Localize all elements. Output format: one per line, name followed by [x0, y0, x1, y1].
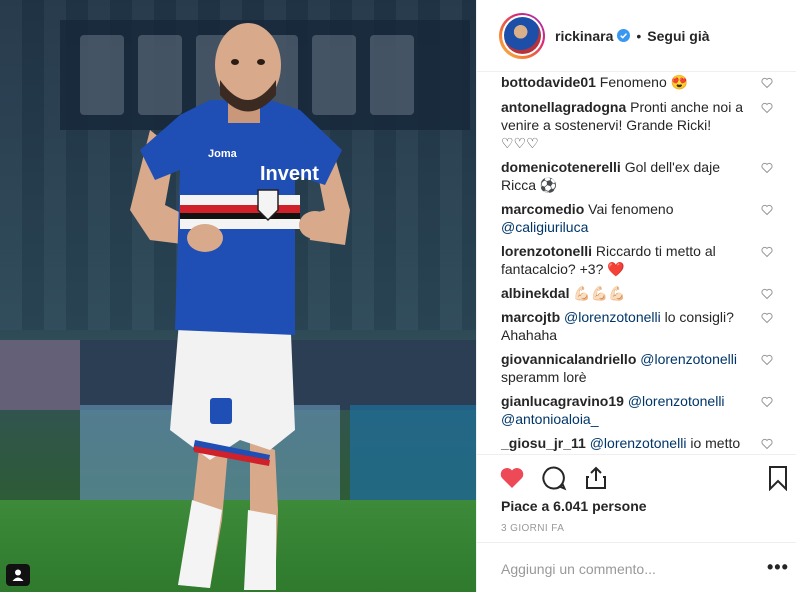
comment-input[interactable] — [501, 561, 751, 577]
more-options-button[interactable]: ••• — [767, 557, 789, 578]
comment-username[interactable]: domenicotenerelli — [501, 159, 621, 175]
comment-item: lorenzotonelli Riccardo ti metto al fant… — [501, 242, 773, 278]
tagged-users-icon[interactable] — [6, 564, 30, 586]
comment-username[interactable]: marcomedio — [501, 201, 584, 217]
comment-item: domenicotenerelli Gol dell'ex daje Ricca… — [501, 158, 773, 194]
action-buttons — [499, 465, 609, 491]
comment-username[interactable]: lorenzotonelli — [501, 243, 592, 259]
comment-text: Fenomeno 😍 — [599, 74, 689, 90]
comment-username[interactable]: _giosu_jr_11 — [501, 435, 586, 451]
share-icon[interactable] — [583, 465, 609, 491]
comment-item: marcojtb @lorenzotonelli lo consigli? Ah… — [501, 308, 773, 344]
avatar-border — [501, 15, 543, 56]
like-comment-icon[interactable] — [761, 396, 773, 408]
comment-mention[interactable]: @lorenzotonelli — [590, 435, 687, 451]
likes-count[interactable]: Piace a 6.041 persone — [501, 498, 647, 514]
like-comment-icon[interactable] — [761, 77, 773, 89]
username-link[interactable]: rickinara — [555, 28, 613, 44]
comment-text: io metto — [690, 435, 741, 451]
comment-item: antonellagradogna Pronti anche noi a ven… — [501, 98, 773, 152]
comment-item: gianlucagravino19 @lorenzotonelli @anton… — [501, 392, 773, 428]
comment-username[interactable]: antonellagradogna — [501, 99, 626, 115]
comment-text: Vai fenomeno — [588, 201, 674, 217]
like-comment-icon[interactable] — [761, 162, 773, 174]
like-comment-icon[interactable] — [761, 246, 773, 258]
comment-icon[interactable] — [541, 465, 567, 491]
comment-item: _giosu_jr_11 @lorenzotonelli io metto — [501, 434, 773, 452]
comments-list[interactable]: bottodavide01 Fenomeno 😍 antonellagradog… — [477, 72, 796, 454]
comment-mention[interactable]: @lorenzotonelli — [564, 309, 661, 325]
post-actions: Piace a 6.041 persone 3 GIORNI FA — [477, 454, 796, 542]
person-icon — [12, 569, 24, 581]
like-comment-icon[interactable] — [761, 204, 773, 216]
comment-username[interactable]: giovannicalandriello — [501, 351, 636, 367]
separator-dot: • — [636, 27, 642, 44]
comment-username[interactable]: albinekdal — [501, 285, 569, 301]
post-photo[interactable]: Invent Joma — [0, 0, 476, 592]
comment-username[interactable]: bottodavide01 — [501, 74, 596, 90]
comment-mention[interactable]: @lorenzotonelli — [640, 351, 737, 367]
comment-item: bottodavide01 Fenomeno 😍 — [501, 73, 773, 91]
like-comment-icon[interactable] — [761, 438, 773, 450]
comment-text: speramm lorè — [501, 369, 587, 385]
comment-item: giovannicalandriello @lorenzotonelli spe… — [501, 350, 773, 386]
comment-username[interactable]: gianlucagravino19 — [501, 393, 624, 409]
comment-text: 💪🏻💪🏻💪🏻 — [573, 285, 626, 301]
like-comment-icon[interactable] — [761, 354, 773, 366]
follow-button[interactable]: Segui già — [647, 28, 709, 44]
verified-badge-icon — [617, 29, 631, 42]
like-heart-icon[interactable] — [499, 465, 525, 491]
post-header: rickinara • Segui già — [477, 0, 796, 72]
add-comment-bar: ••• — [477, 542, 796, 592]
avatar-image — [503, 17, 541, 54]
comment-item: marcomedio Vai fenomeno @caligiuriluca — [501, 200, 773, 236]
comment-item: albinekdal 💪🏻💪🏻💪🏻 — [501, 284, 773, 302]
post-date: 3 GIORNI FA — [501, 523, 565, 534]
like-comment-icon[interactable] — [761, 312, 773, 324]
board-left — [0, 340, 80, 410]
avatar[interactable] — [499, 12, 545, 59]
like-comment-icon[interactable] — [761, 288, 773, 300]
football-player: Invent Joma — [130, 23, 350, 590]
comment-mention[interactable]: @caligiuriluca — [501, 219, 588, 235]
save-bookmark-icon[interactable] — [767, 465, 789, 491]
jersey-sponsor: Invent — [260, 163, 319, 185]
like-comment-icon[interactable] — [761, 102, 773, 114]
comment-username[interactable]: marcojtb — [501, 309, 560, 325]
post-sidebar: rickinara • Segui già bottodavide01 Feno… — [476, 0, 796, 592]
jersey-brand: Joma — [208, 148, 238, 160]
